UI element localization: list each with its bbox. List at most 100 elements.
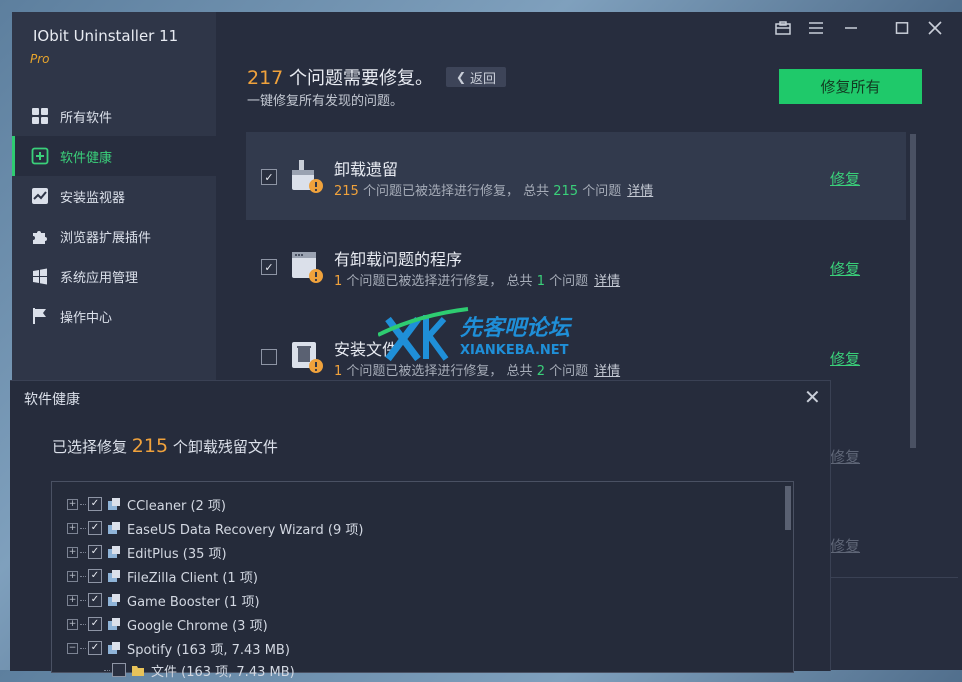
watermark-title: 先客吧论坛 [460,316,571,341]
tree-item-label: EaseUS Data Recovery Wizard (9 项) [127,522,364,538]
app-name: IObit Uninstaller 11 [33,27,179,45]
tree-item-label: EditPlus (35 项) [127,546,227,562]
app-installer-icon [108,618,120,630]
tree-item[interactable]: + ✓ EaseUS Data Recovery Wizard (9 项) [52,516,363,540]
sidebar-item-install-monitor[interactable]: 安装监视器 [12,176,216,216]
app-installer-icon [108,498,120,510]
puzzle-icon [30,226,50,246]
trash-file-icon [290,338,324,374]
tree-item[interactable]: − ✓ Spotify (163 项, 7.43 MB) [52,636,290,660]
program-window-icon [290,248,324,284]
tree-checkbox[interactable]: ✓ [88,593,102,607]
watermark-url: XIANKEBA.NET [460,343,569,358]
list-scrollbar[interactable] [910,134,916,448]
sidebar-item-action-center[interactable]: 操作中心 [12,296,216,336]
tree-item[interactable]: + ✓ Google Chrome (3 项) [52,612,268,636]
details-link[interactable]: 详情 [627,184,653,199]
issue-row-leftovers[interactable]: ✓ 卸载遗留 215 个问题已被选择进行修复， 总共 215 个问题 详情 修复 [246,132,906,220]
back-button[interactable]: ❮ 返回 [446,67,506,87]
tree-checkbox[interactable]: ✓ [88,617,102,631]
dialog-close-icon[interactable]: ✕ [804,385,821,409]
tree-item[interactable]: + ✓ FileZilla Client (1 项) [52,564,258,588]
issue-count: 217 [247,67,284,89]
dialog-heading: 已选择修复 215 个卸载残留文件 [52,435,278,457]
expand-icon[interactable]: + [67,498,78,510]
back-label: 返回 [470,71,497,87]
sidebar-item-label: 系统应用管理 [60,270,139,286]
app-edition: Pro [30,52,50,66]
menu-icon[interactable] [805,18,827,38]
app-installer-icon [108,522,120,534]
grid-icon [30,106,50,126]
details-link[interactable]: 详情 [594,364,620,379]
fix-link[interactable]: 修复 [830,168,860,189]
tree-item-label: FileZilla Client (1 项) [127,570,258,586]
details-link[interactable]: 详情 [594,274,620,289]
heading-text: 个问题需要修复。 [283,68,433,89]
tree-item-label: CCleaner (2 项) [127,498,226,514]
tree-item[interactable]: + ✓ CCleaner (2 项) [52,492,226,516]
close-icon[interactable] [924,18,946,38]
chevron-left-icon: ❮ [455,70,467,84]
expand-icon[interactable]: + [67,546,78,558]
sidebar-item-label: 安装监视器 [60,190,126,206]
row-description: 215 个问题已被选择进行修复， 总共 215 个问题 详情 [334,184,654,199]
folder-icon [132,666,144,676]
expand-icon[interactable]: + [67,522,78,534]
minimize-icon[interactable] [840,18,862,38]
tree-checkbox[interactable]: ✓ [88,569,102,583]
dialog-title: 软件健康 [24,392,80,408]
sidebar-item-label: 操作中心 [60,310,113,326]
page-title: 217 个问题需要修复。 [247,64,433,90]
app-installer-icon [108,642,120,654]
fix-link[interactable]: 修复 [830,535,860,556]
expand-icon[interactable]: + [67,594,78,606]
sidebar-item-system-apps[interactable]: 系统应用管理 [12,256,216,296]
tree-scrollbar[interactable] [785,486,791,530]
leftover-tree[interactable]: + ✓ CCleaner (2 项) + ✓ EaseUS Data Recov… [51,481,794,680]
row-description: 1 个问题已被选择进行修复， 总共 1 个问题 详情 [334,274,621,289]
divider [828,577,958,578]
tree-checkbox[interactable]: ✓ [88,521,102,535]
tree-item-label: Spotify (163 项, 7.43 MB) [127,642,290,658]
tree-item[interactable]: + ✓ Game Booster (1 项) [52,588,260,612]
tree-item-label: Google Chrome (3 项) [127,618,268,634]
app-installer-icon [108,594,120,606]
maximize-icon[interactable] [891,18,913,38]
fix-link[interactable]: 修复 [830,258,860,279]
tree-checkbox[interactable]: ✓ [88,545,102,559]
row-checkbox[interactable] [261,349,277,365]
expand-icon[interactable]: + [67,570,78,582]
fix-all-button[interactable]: 修复所有 [779,69,922,104]
tree-checkbox[interactable]: ✓ [88,641,102,655]
health-plus-icon [30,146,50,166]
software-health-dialog: 软件健康 ✕ 已选择修复 215 个卸载残留文件 + ✓ CCleaner (2… [10,380,831,680]
flag-icon [30,306,50,326]
tree-item-label: 文件 (163 项, 7.43 MB) [151,664,295,680]
tree-checkbox[interactable] [112,663,126,677]
row-checkbox[interactable]: ✓ [261,259,277,275]
page-subtitle: 一键修复所有发现的问题。 [247,94,404,109]
sidebar-item-browser-extensions[interactable]: 浏览器扩展插件 [12,216,216,256]
fix-link[interactable]: 修复 [830,446,860,467]
sidebar-item-software-health[interactable]: 软件健康 [12,136,216,176]
sidebar-item-label: 浏览器扩展插件 [60,230,152,246]
tree-checkbox[interactable]: ✓ [88,497,102,511]
app-installer-icon [108,570,120,582]
sidebar-item-label: 软件健康 [60,150,113,166]
collapse-icon[interactable]: − [67,642,78,654]
tree-item[interactable]: + ✓ EditPlus (35 项) [52,540,227,564]
tree-item-label: Game Booster (1 项) [127,594,260,610]
row-title: 有卸载问题的程序 [334,250,463,269]
toolbox-icon[interactable] [772,18,794,38]
tree-item[interactable]: 文件 (163 项, 7.43 MB) [78,658,295,682]
fix-link[interactable]: 修复 [830,348,860,369]
sidebar-item-all-software[interactable]: 所有软件 [12,96,216,136]
issue-row-uninstall-problems[interactable]: ✓ 有卸载问题的程序 1 个问题已被选择进行修复， 总共 1 个问题 详情 修复 [246,222,906,310]
sidebar-item-label: 所有软件 [60,110,113,126]
app-installer-icon [108,546,120,558]
expand-icon[interactable]: + [67,618,78,630]
row-checkbox[interactable]: ✓ [261,169,277,185]
windows-logo-icon [30,266,50,286]
